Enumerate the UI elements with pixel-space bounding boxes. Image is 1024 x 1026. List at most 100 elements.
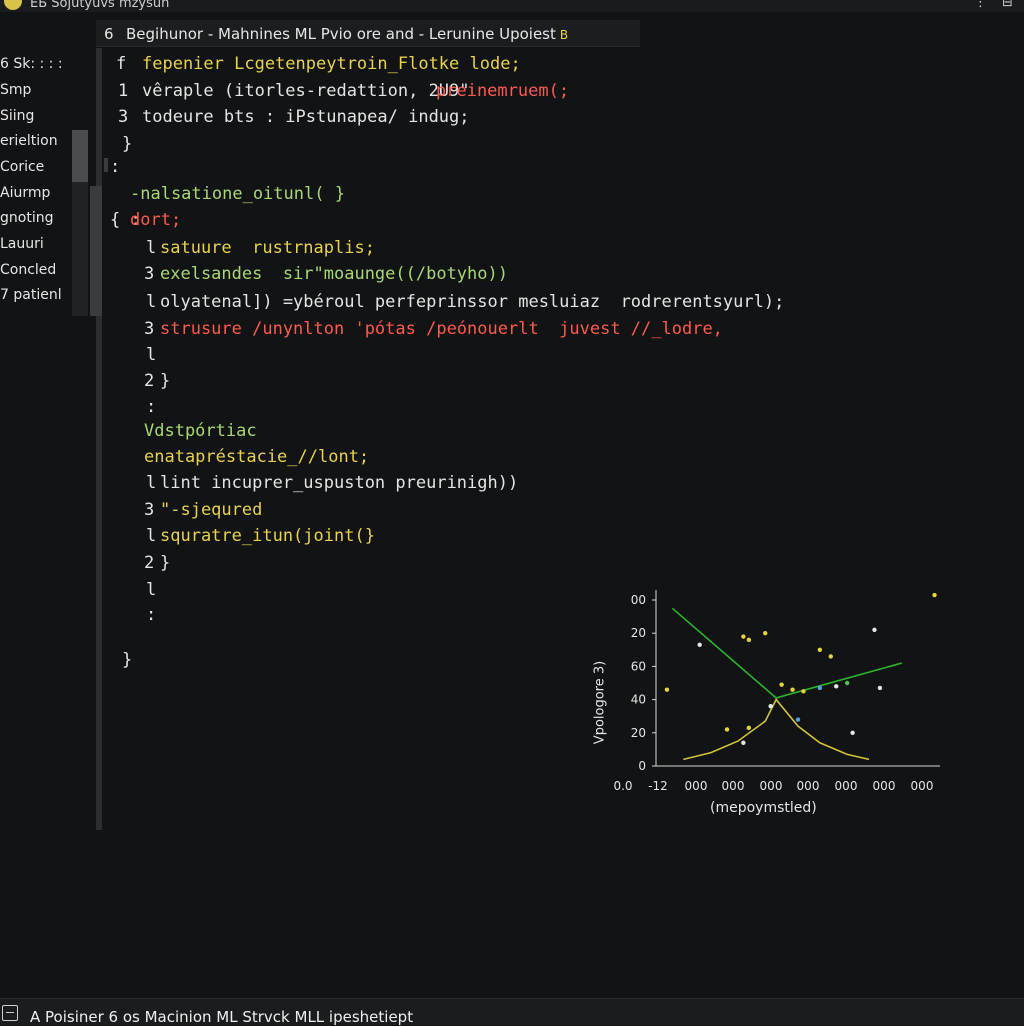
window-titlebar: ЕБ Sojutyuvs mzysun ⋮ ⊟ xyxy=(0,0,1024,12)
code-line[interactable]: olyatenal]) =ybéroul perfeprinssor meslu… xyxy=(160,292,784,312)
code-line[interactable]: Vdstpórtiac xyxy=(144,421,257,441)
code-line[interactable]: satuure rustrnaplis; xyxy=(160,238,375,258)
line-number: 3 xyxy=(144,264,155,284)
code-line[interactable]: "-sjequred xyxy=(160,500,262,520)
sidebar-item[interactable]: 7 patienl xyxy=(0,287,62,303)
gutter-marker xyxy=(90,186,102,316)
chart-series-line xyxy=(683,698,870,761)
chart-x-tick-label: -12 xyxy=(648,779,668,793)
editor-tab[interactable]: 6 Begihunor - Mahnines ML Pvio ore and -… xyxy=(96,20,640,47)
chart-point xyxy=(664,687,670,692)
chart-x-axis-label: (mepoymstled) xyxy=(710,800,817,816)
chart-point xyxy=(746,637,752,643)
status-bar: A Poisiner 6 os Macinion ML Strvck MLL i… xyxy=(0,998,1024,1026)
code-line[interactable]: } xyxy=(160,553,170,573)
sidebar-item[interactable]: Aiurmp xyxy=(0,185,50,201)
sidebar-item[interactable]: 6 Sk: : : : xyxy=(0,56,63,72)
chart-x-tick-label: 000 xyxy=(835,779,858,793)
chart-point xyxy=(779,682,784,687)
code-line[interactable]: -nalsatione_oitunl( } xyxy=(130,184,345,204)
chart-x-tick-label: 000 xyxy=(797,779,820,793)
line-number: l xyxy=(146,580,157,600)
line-number: } xyxy=(122,650,133,670)
code-line[interactable]: squratre_itun(joint(} xyxy=(160,526,375,546)
code-line[interactable]: strusure /unynlton 'pótas /peónouerlt ju… xyxy=(160,319,723,339)
line-number: 1 xyxy=(118,81,129,101)
code-line[interactable]: enatapréstacie_//lont; xyxy=(144,447,369,467)
line-number: l xyxy=(146,345,157,365)
chart-x-tick-label: 000 xyxy=(873,779,896,793)
code-line[interactable]: lint incuprer_uspuston preurinigh)) xyxy=(160,473,518,493)
sidebar-scroll-thumb[interactable] xyxy=(72,130,88,182)
sidebar-item[interactable]: gnoting xyxy=(0,210,53,226)
menu-icon[interactable]: ⋮ xyxy=(974,0,987,10)
line-number: 3 xyxy=(118,107,129,127)
line-number: l xyxy=(146,292,157,312)
chart-x-tick-label: 000 xyxy=(911,779,934,793)
code-line[interactable]: vêraple (itorles-redattion, 2U9" xyxy=(142,81,470,101)
gutter-marker-small xyxy=(104,158,108,172)
chart-series-line xyxy=(671,607,902,699)
chart-point xyxy=(741,634,746,639)
code-line[interactable]: todeure bts : iPstunapea/ indug; xyxy=(142,107,470,127)
chart-y-tick-label: 60 xyxy=(631,659,646,673)
line-number: 2 xyxy=(144,371,155,391)
chart-x-tick-label: 0.0 xyxy=(613,779,632,793)
line-number: 3 xyxy=(144,500,155,520)
chart-x-tick-label: 000 xyxy=(685,779,708,793)
chart-x-tick-label: 000 xyxy=(760,779,783,793)
line-number: l xyxy=(146,526,157,546)
chart-point xyxy=(850,730,855,735)
code-line[interactable]: } xyxy=(160,371,170,391)
chart-point xyxy=(877,685,883,691)
chart-svg: 00 20 60 40 20 0 0.0 -12 000 000 000 000 000 000 000 xyxy=(613,590,940,793)
line-number: 3 xyxy=(144,319,155,339)
chart-y-tick-label: 00 xyxy=(631,593,646,607)
line-number: f xyxy=(116,54,127,74)
window-control-icon[interactable]: ⊟ xyxy=(1002,0,1013,10)
sidebar-item[interactable]: Corice xyxy=(0,159,44,175)
chart-point xyxy=(817,647,823,652)
chart-point xyxy=(746,725,752,731)
panel-icon[interactable] xyxy=(2,1005,18,1021)
chart-point xyxy=(844,680,850,686)
chart-y-axis-label: Vpologore 3) xyxy=(592,660,608,745)
sidebar-item[interactable]: Smp xyxy=(0,82,31,98)
chart-x-tick-label: 000 xyxy=(722,779,745,793)
line-number: l xyxy=(146,238,157,258)
chart-point xyxy=(834,684,839,689)
editor-gutter xyxy=(96,48,102,830)
chart-point xyxy=(790,687,795,692)
chart-y-tick-label: 0 xyxy=(638,759,646,773)
chart-y-tick-label: 20 xyxy=(631,626,646,640)
sidebar-item[interactable]: Lauuri xyxy=(0,236,44,252)
window-title: ЕБ Sojutyuvs mzysun xyxy=(30,0,170,11)
chart-point xyxy=(801,689,806,694)
line-number: 2 xyxy=(144,553,155,573)
code-line[interactable]: exelsandes sir"moaunge((/botyho)) xyxy=(160,264,508,284)
chart-point xyxy=(817,685,823,691)
line-number: l xyxy=(146,473,157,493)
chart-point xyxy=(872,627,877,633)
chart-point xyxy=(795,717,801,722)
code-line[interactable]: fepenier Lcgetenpeytroin_Flotke lode; xyxy=(142,54,521,74)
tab-title: Begihunor - Mahnines ML Pvio ore and - L… xyxy=(126,25,569,43)
line-number: : xyxy=(146,605,157,625)
sidebar-item[interactable]: erieltion xyxy=(0,133,58,149)
status-text: A Poisiner 6 os Macinion ML Strvck MLL i… xyxy=(30,1008,414,1026)
modified-marker: B xyxy=(559,28,569,42)
chart: 00 20 60 40 20 0 0.0 -12 000 000 000 000 000 000 000 xyxy=(568,580,960,828)
chart-point xyxy=(697,642,702,648)
app-icon xyxy=(4,0,22,10)
chart-point xyxy=(724,727,730,732)
chart-point xyxy=(763,631,768,636)
chart-point xyxy=(741,740,746,745)
sidebar-item[interactable]: Concled xyxy=(0,262,56,278)
code-line[interactable]: dort; xyxy=(130,210,181,230)
chart-point xyxy=(768,704,773,709)
sidebar-item[interactable]: Siing xyxy=(0,108,34,124)
code-token[interactable]: preinemruem(; xyxy=(436,81,569,101)
tab-number: 6 xyxy=(104,25,114,43)
chart-point xyxy=(828,654,833,659)
line-number: : xyxy=(110,157,121,177)
